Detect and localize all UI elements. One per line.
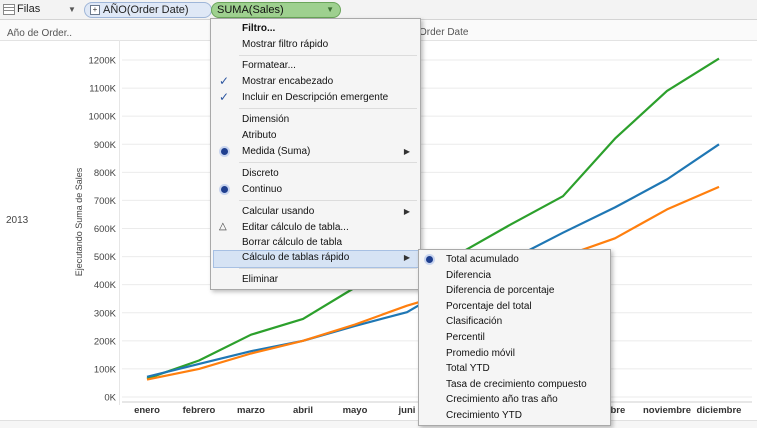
radio-selected-icon bbox=[426, 256, 433, 263]
menu-item-12[interactable]: Borrar cálculo de tabla bbox=[242, 237, 342, 248]
menu-separator bbox=[239, 55, 417, 56]
submenu-item-5[interactable]: Percentil bbox=[446, 332, 485, 343]
menu-item-13[interactable]: Cálculo de tablas rápido bbox=[242, 252, 349, 263]
quick-table-calc-submenu: Total acumulado Diferencia Diferencia de p… bbox=[418, 249, 611, 426]
radio-selected-icon bbox=[221, 186, 228, 193]
y-tick-label: 700K bbox=[94, 196, 117, 207]
y-tick-label: 600K bbox=[94, 224, 117, 235]
menu-item-0[interactable]: Filtro... bbox=[242, 23, 275, 34]
y-tick-label: 800K bbox=[94, 168, 117, 179]
submenu-item-8[interactable]: Tasa de crecimiento compuesto bbox=[446, 379, 587, 390]
menu-item-8[interactable]: Discreto bbox=[242, 168, 279, 179]
x-tick-label: mayo bbox=[343, 405, 368, 416]
checkmark-icon: ✓ bbox=[219, 90, 230, 104]
y-tick-label: 0K bbox=[104, 393, 116, 404]
pill-context-menu: Filtro... Mostrar filtro rápido Formatear.… bbox=[210, 18, 421, 290]
submenu-item-0[interactable]: Total acumulado bbox=[446, 254, 519, 265]
submenu-item-4[interactable]: Clasificación bbox=[446, 316, 502, 327]
submenu-item-2[interactable]: Diferencia de porcentaje bbox=[446, 285, 554, 296]
menu-separator bbox=[239, 162, 417, 163]
x-tick-label: febrero bbox=[183, 405, 216, 416]
x-tick-label: enero bbox=[134, 405, 160, 416]
menu-item-4[interactable]: Incluir en Descripción emergente bbox=[242, 92, 388, 103]
menu-item-5[interactable]: Dimensión bbox=[242, 114, 289, 125]
submenu-item-7[interactable]: Total YTD bbox=[446, 363, 490, 374]
x-tick-label: abril bbox=[293, 405, 313, 416]
menu-separator bbox=[239, 108, 417, 109]
menu-item-10[interactable]: Calcular usando bbox=[242, 206, 314, 217]
submenu-item-6[interactable]: Promedio móvil bbox=[446, 348, 515, 359]
x-tick-label: diciembre bbox=[697, 405, 742, 416]
submenu-arrow-icon: ▶ bbox=[403, 147, 410, 156]
menu-item-14[interactable]: Eliminar bbox=[242, 274, 278, 285]
menu-item-7[interactable]: Medida (Suma) bbox=[242, 146, 310, 157]
submenu-item-3[interactable]: Porcentaje del total bbox=[446, 301, 532, 312]
y-tick-label: 400K bbox=[94, 280, 117, 291]
menu-separator bbox=[239, 268, 417, 269]
x-tick-label: noviembre bbox=[643, 405, 691, 416]
y-tick-label: 300K bbox=[94, 308, 117, 319]
y-tick-label: 200K bbox=[94, 336, 117, 347]
y-tick-label: 1200K bbox=[89, 56, 117, 67]
menu-item-11[interactable]: Editar cálculo de tabla... bbox=[242, 222, 349, 233]
menu-item-6[interactable]: Atributo bbox=[242, 130, 276, 141]
delta-icon: △ bbox=[219, 221, 227, 232]
submenu-arrow-icon: ▶ bbox=[403, 207, 410, 216]
menu-item-3[interactable]: Mostrar encabezado bbox=[242, 76, 333, 87]
x-tick-label: juni bbox=[398, 405, 416, 416]
x-tick-label: marzo bbox=[237, 405, 265, 416]
menu-separator bbox=[239, 200, 417, 201]
submenu-item-9[interactable]: Crecimiento año tras año bbox=[446, 394, 558, 405]
y-tick-label: 500K bbox=[94, 252, 117, 263]
menu-item-2[interactable]: Formatear... bbox=[242, 60, 296, 71]
submenu-item-10[interactable]: Crecimiento YTD bbox=[446, 410, 522, 421]
y-tick-label: 1100K bbox=[89, 84, 116, 95]
y-tick-label: 1000K bbox=[89, 112, 117, 123]
submenu-arrow-icon: ▶ bbox=[403, 253, 410, 262]
radio-selected-icon bbox=[221, 148, 228, 155]
menu-item-1[interactable]: Mostrar filtro rápido bbox=[242, 39, 328, 50]
y-tick-label: 900K bbox=[94, 140, 117, 151]
submenu-item-1[interactable]: Diferencia bbox=[446, 270, 491, 281]
y-tick-label: 100K bbox=[94, 364, 117, 375]
menu-item-9[interactable]: Continuo bbox=[242, 184, 282, 195]
checkmark-icon: ✓ bbox=[219, 74, 230, 88]
